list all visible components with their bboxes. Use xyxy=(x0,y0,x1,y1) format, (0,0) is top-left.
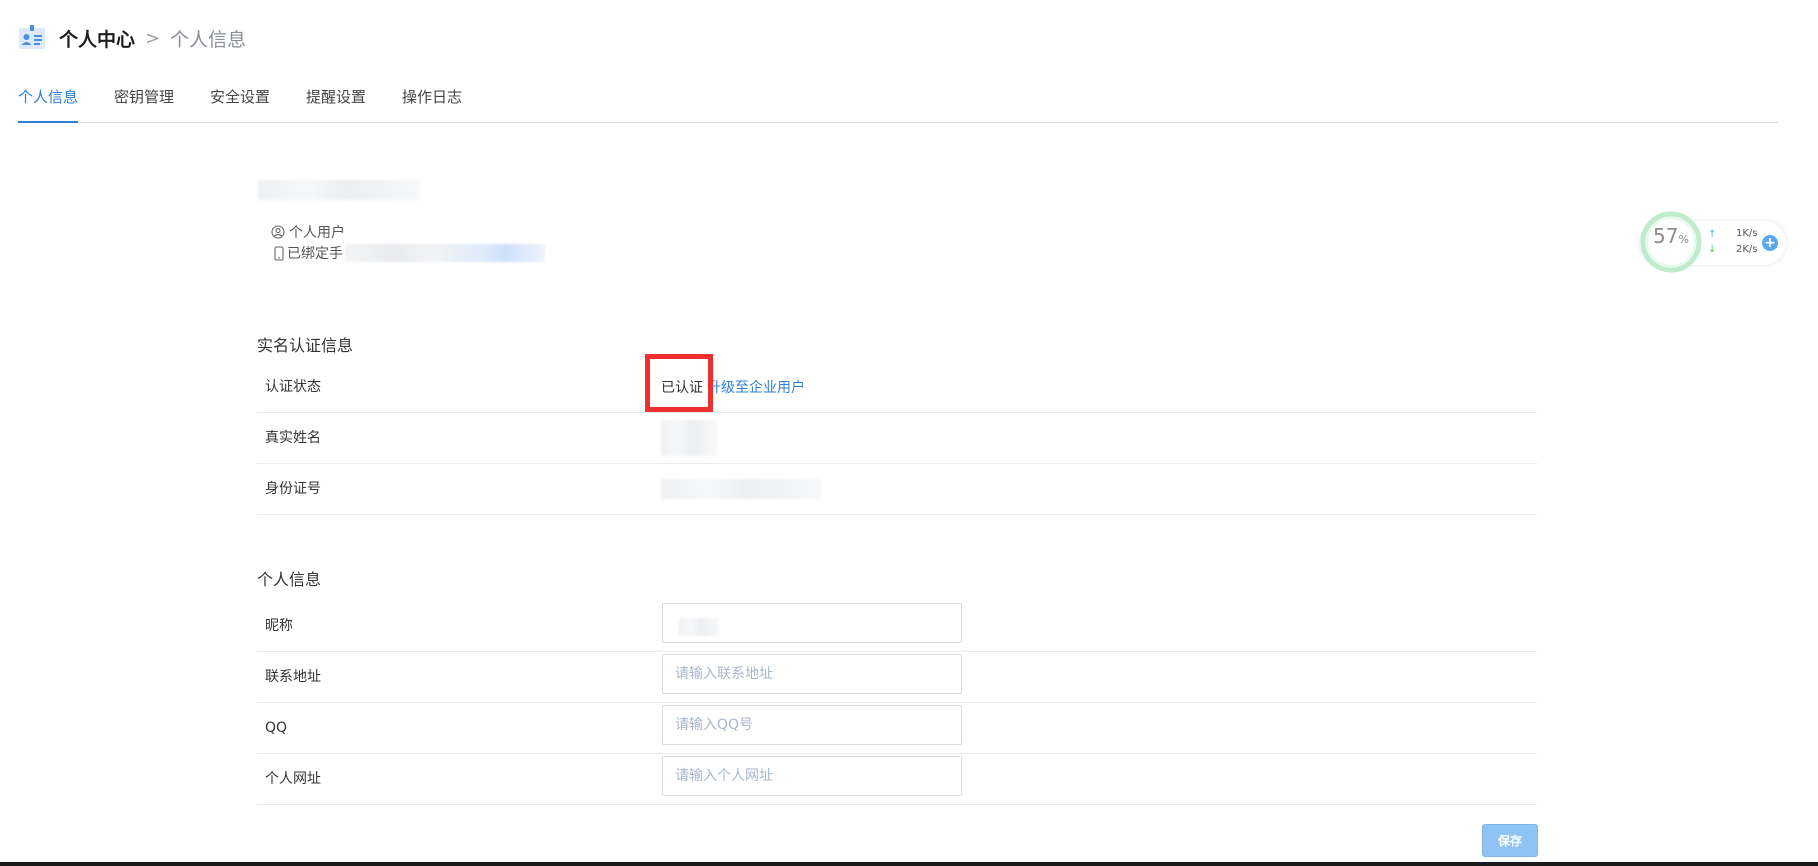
phone-icon xyxy=(274,245,284,261)
row-address: 联系地址 xyxy=(257,652,1537,703)
id-number-label: 身份证号 xyxy=(265,481,321,497)
network-usage-percent: 57 % xyxy=(1642,224,1700,260)
real-name-value xyxy=(661,413,717,463)
row-qq: QQ xyxy=(257,703,1537,754)
address-input[interactable] xyxy=(663,655,961,693)
real-name-label: 真实姓名 xyxy=(265,430,321,446)
row-real-name: 真实姓名 xyxy=(257,413,1537,464)
nickname-redacted xyxy=(679,618,719,636)
personal-section-title: 个人信息 xyxy=(257,570,322,589)
real-name-redacted xyxy=(661,420,717,456)
row-nickname: 昵称 xyxy=(257,601,1537,652)
profile-card-icon xyxy=(18,24,46,52)
user-type-label: 个人用户 xyxy=(289,225,345,241)
download-speed: 2K/s xyxy=(1736,244,1758,255)
tab-security-settings[interactable]: 安全设置 xyxy=(210,84,270,122)
phone-binding: 已绑定手 xyxy=(274,242,545,264)
save-button[interactable]: 保存 xyxy=(1482,824,1538,857)
tab-operation-log[interactable]: 操作日志 xyxy=(402,84,462,122)
id-number-redacted xyxy=(661,479,821,499)
plus-icon[interactable]: + xyxy=(1762,235,1778,251)
user-name-redacted xyxy=(258,180,420,200)
nickname-field[interactable] xyxy=(662,603,962,643)
tab-key-management[interactable]: 密钥管理 xyxy=(114,84,174,122)
realname-section-title: 实名认证信息 xyxy=(257,336,354,355)
tab-reminder-settings[interactable]: 提醒设置 xyxy=(306,84,366,122)
breadcrumb-root[interactable]: 个人中心 xyxy=(59,25,135,52)
qq-label: QQ xyxy=(265,720,288,736)
website-label: 个人网址 xyxy=(265,771,321,787)
usage-percent-value: 57 xyxy=(1653,224,1679,248)
qq-field-box xyxy=(662,705,962,745)
upgrade-enterprise-link[interactable]: 升级至企业用户 xyxy=(707,377,805,397)
website-input[interactable] xyxy=(663,757,961,795)
id-number-value xyxy=(661,464,821,514)
phone-number-redacted xyxy=(345,244,545,262)
address-field-box xyxy=(662,654,962,694)
tab-bar: 个人信息 密钥管理 安全设置 提醒设置 操作日志 xyxy=(18,84,1778,123)
upload-arrow-icon: ↑ xyxy=(1708,229,1717,240)
qq-input[interactable] xyxy=(663,706,961,744)
breadcrumb-current: 个人信息 xyxy=(170,28,247,51)
row-website: 个人网址 xyxy=(257,754,1537,805)
address-label: 联系地址 xyxy=(265,669,321,685)
highlight-annotation xyxy=(645,354,713,412)
upload-speed: 1K/s xyxy=(1736,228,1758,239)
chevron-right-icon: > xyxy=(145,27,161,49)
download-arrow-icon: ↓ xyxy=(1708,244,1717,255)
row-auth-status: 认证状态 已认证 升级至企业用户 xyxy=(257,362,1537,413)
row-id-number: 身份证号 xyxy=(257,464,1537,515)
user-circle-icon xyxy=(271,225,285,239)
bottom-taskbar-edge xyxy=(0,862,1818,866)
phone-label: 已绑定手 xyxy=(287,246,343,262)
auth-status-label: 认证状态 xyxy=(265,379,321,395)
user-type: 个人用户 xyxy=(271,222,345,242)
nickname-label: 昵称 xyxy=(265,618,293,634)
tab-personal-info[interactable]: 个人信息 xyxy=(18,84,79,123)
usage-percent-sign: % xyxy=(1678,233,1689,246)
website-field-box xyxy=(662,756,962,796)
breadcrumb: 个人中心 > 个人信息 xyxy=(59,24,246,52)
